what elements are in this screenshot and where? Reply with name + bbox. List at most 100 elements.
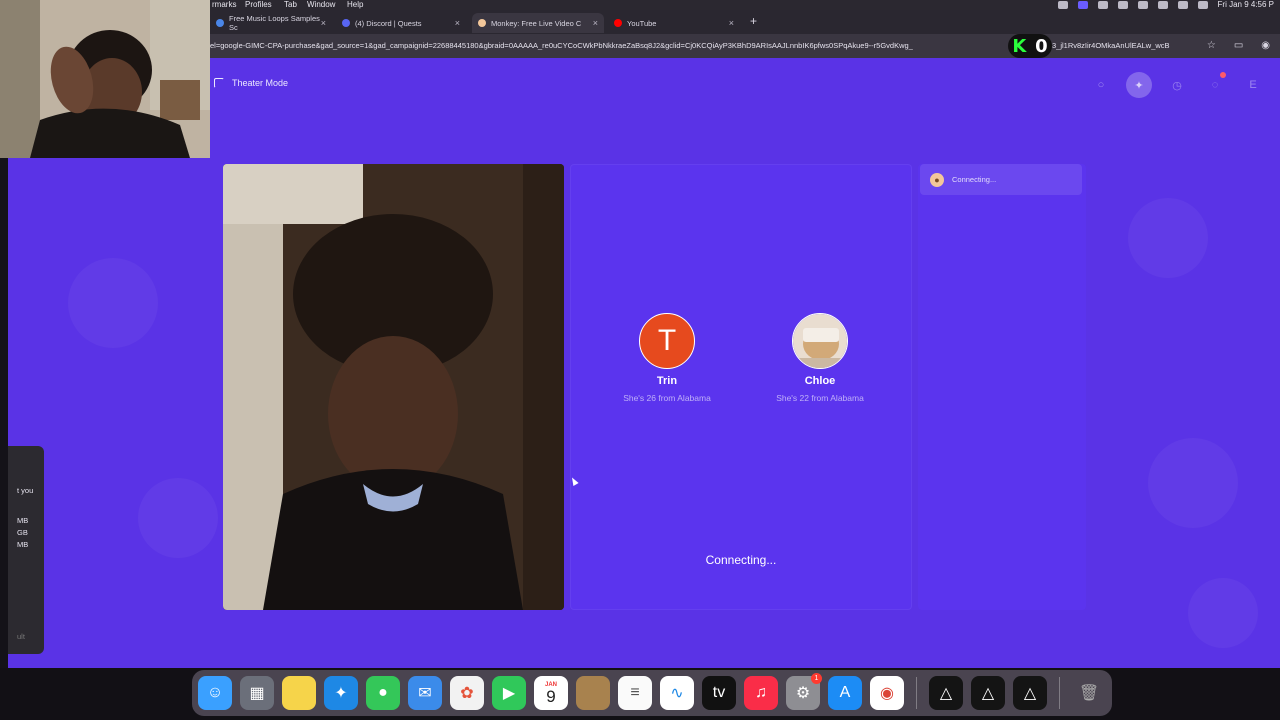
notification-dot <box>1220 72 1226 78</box>
background-pattern <box>1188 578 1258 648</box>
theater-mode-button[interactable]: Theater Mode <box>214 78 288 88</box>
side-text: ult <box>17 632 25 641</box>
status-app-icon[interactable] <box>1057 0 1068 9</box>
control-center-icon[interactable] <box>1197 0 1208 9</box>
launchpad-icon[interactable]: ▦ <box>240 676 274 710</box>
tab-favicon-icon <box>216 19 224 27</box>
search-icon[interactable]: ○ <box>1088 72 1114 98</box>
background-pattern <box>1148 438 1238 528</box>
dock-separator <box>1059 677 1060 709</box>
bookmark-star-icon[interactable]: ☆ <box>1207 40 1216 51</box>
tab-title: Free Music Loops Samples Sc <box>229 14 320 32</box>
background-pattern <box>68 258 158 348</box>
messages-icon[interactable]: ● <box>366 676 400 710</box>
shop-icon[interactable]: ✦ <box>1126 72 1152 98</box>
menu-window[interactable]: Window <box>307 0 335 9</box>
streamer-webcam-overlay <box>0 0 210 158</box>
side-text: MB <box>17 516 29 525</box>
macos-dock: ☺ ▦ ✦ ● ✉ ✿ ▶ JAN 9 ≡ ∿ tv ♫ ⚙ 1 A ◉ △ △ … <box>192 670 1112 716</box>
menu-tab[interactable]: Tab <box>284 0 297 9</box>
new-tab-icon[interactable]: + <box>750 14 757 28</box>
match-card-trin[interactable]: T Trin She's 26 from Alabama <box>607 313 727 403</box>
menu-bookmarks[interactable]: rmarks <box>212 0 236 9</box>
side-window-sliver: t you MB GB MB ult <box>8 446 44 654</box>
expand-icon <box>214 78 224 88</box>
app-triangle-icon[interactable]: △ <box>1013 676 1047 710</box>
theater-mode-label: Theater Mode <box>232 78 289 88</box>
dock-separator <box>916 677 917 709</box>
webcam-image <box>0 0 210 158</box>
chat-status: Connecting... <box>952 175 997 184</box>
person-name: Chloe <box>804 375 836 387</box>
url-field[interactable]: el=google-GIMC-CPA-purchase&gad_source=1… <box>210 41 1010 50</box>
tab-monkey[interactable]: Monkey: Free Live Video C × <box>472 13 604 33</box>
calendar-icon[interactable]: JAN 9 <box>534 676 568 710</box>
viewer-count: 0 <box>1035 35 1048 57</box>
close-tab-icon[interactable]: × <box>321 18 326 28</box>
trash-icon[interactable]: 🗑 <box>1072 676 1106 710</box>
app-triangle-icon[interactable]: △ <box>929 676 963 710</box>
search-icon[interactable] <box>1177 0 1188 9</box>
chat-header: ● Connecting... <box>920 164 1082 195</box>
wifi-icon[interactable] <box>1157 0 1168 9</box>
tab-discord-quests[interactable]: (4) Discord | Quests × <box>336 13 466 33</box>
system-settings-icon[interactable]: ⚙ 1 <box>786 673 822 710</box>
status-a-icon[interactable] <box>1137 0 1148 9</box>
mail-icon[interactable]: ✉ <box>408 676 442 710</box>
menubar-status-area: Fri Jan 9 4:56 P <box>1057 0 1274 9</box>
address-bar-actions: ☆ ▭ ◉ <box>1207 40 1270 51</box>
side-text: t you <box>17 486 34 495</box>
side-text: GB <box>17 528 28 537</box>
self-camera-image <box>223 164 564 610</box>
menu-help[interactable]: Help <box>347 0 363 9</box>
tab-free-music-loops[interactable]: Free Music Loops Samples Sc × <box>210 13 332 33</box>
music-icon[interactable]: ♫ <box>744 676 778 710</box>
profile-avatar[interactable]: E <box>1240 72 1266 98</box>
cast-icon[interactable]: ▭ <box>1234 40 1243 51</box>
messages-icon[interactable]: ◌ <box>1202 72 1228 98</box>
address-bar: el=google-GIMC-CPA-purchase&gad_source=1… <box>210 34 1280 58</box>
kick-logo: K <box>1012 35 1027 57</box>
apple-tv-icon[interactable]: tv <box>702 676 736 710</box>
close-tab-icon[interactable]: × <box>593 18 598 28</box>
app-store-icon[interactable]: A <box>828 676 862 710</box>
person-info: She's 22 from Alabama <box>776 393 864 403</box>
self-video-feed <box>223 164 564 610</box>
menubar-clock[interactable]: Fri Jan 9 4:56 P <box>1218 0 1274 9</box>
url-field-tail[interactable]: 3_jl1Rv8zIir4OMkaAnUlEALw_wcB <box>1052 41 1182 50</box>
history-icon[interactable]: ◷ <box>1164 72 1190 98</box>
photos-icon[interactable]: ✿ <box>450 676 484 710</box>
match-panel: T Trin She's 26 from Alabama Chloe She's… <box>570 164 912 610</box>
calendar-day: 9 <box>546 686 556 706</box>
notes-icon[interactable] <box>282 676 316 710</box>
close-tab-icon[interactable]: × <box>455 18 460 28</box>
chat-panel: ● Connecting... <box>918 164 1086 610</box>
notification-badge: 1 <box>811 673 822 684</box>
tab-youtube[interactable]: YouTube × <box>608 13 740 33</box>
person-name: Trin <box>656 375 678 387</box>
app-triangle-icon[interactable]: △ <box>971 676 1005 710</box>
status-sync-icon[interactable] <box>1097 0 1108 9</box>
status-active-icon[interactable] <box>1077 0 1088 9</box>
person-info: She's 26 from Alabama <box>623 393 711 403</box>
match-card-chloe[interactable]: Chloe She's 22 from Alabama <box>760 313 880 403</box>
reminders-icon[interactable]: ≡ <box>618 676 652 710</box>
facetime-icon[interactable]: ▶ <box>492 676 526 710</box>
safari-icon[interactable]: ✦ <box>324 676 358 710</box>
tab-title: YouTube <box>627 18 657 28</box>
finder-icon[interactable]: ☺ <box>198 676 232 710</box>
side-text: MB <box>17 540 29 549</box>
freeform-icon[interactable]: ∿ <box>660 676 694 710</box>
status-moon-icon[interactable] <box>1117 0 1128 9</box>
kick-overlay-badge: K 0 <box>1008 34 1052 58</box>
profile-icon[interactable]: ◉ <box>1261 40 1270 51</box>
tab-title: Monkey: Free Live Video C <box>491 18 582 28</box>
avatar <box>792 313 848 369</box>
menu-profiles[interactable]: Profiles <box>245 0 272 9</box>
tab-favicon-icon <box>342 19 350 27</box>
contacts-icon[interactable] <box>576 676 610 710</box>
chrome-icon[interactable]: ◉ <box>870 676 904 710</box>
close-tab-icon[interactable]: × <box>729 18 734 28</box>
tab-favicon-icon <box>478 19 486 27</box>
tab-title: (4) Discord | Quests <box>355 18 422 28</box>
